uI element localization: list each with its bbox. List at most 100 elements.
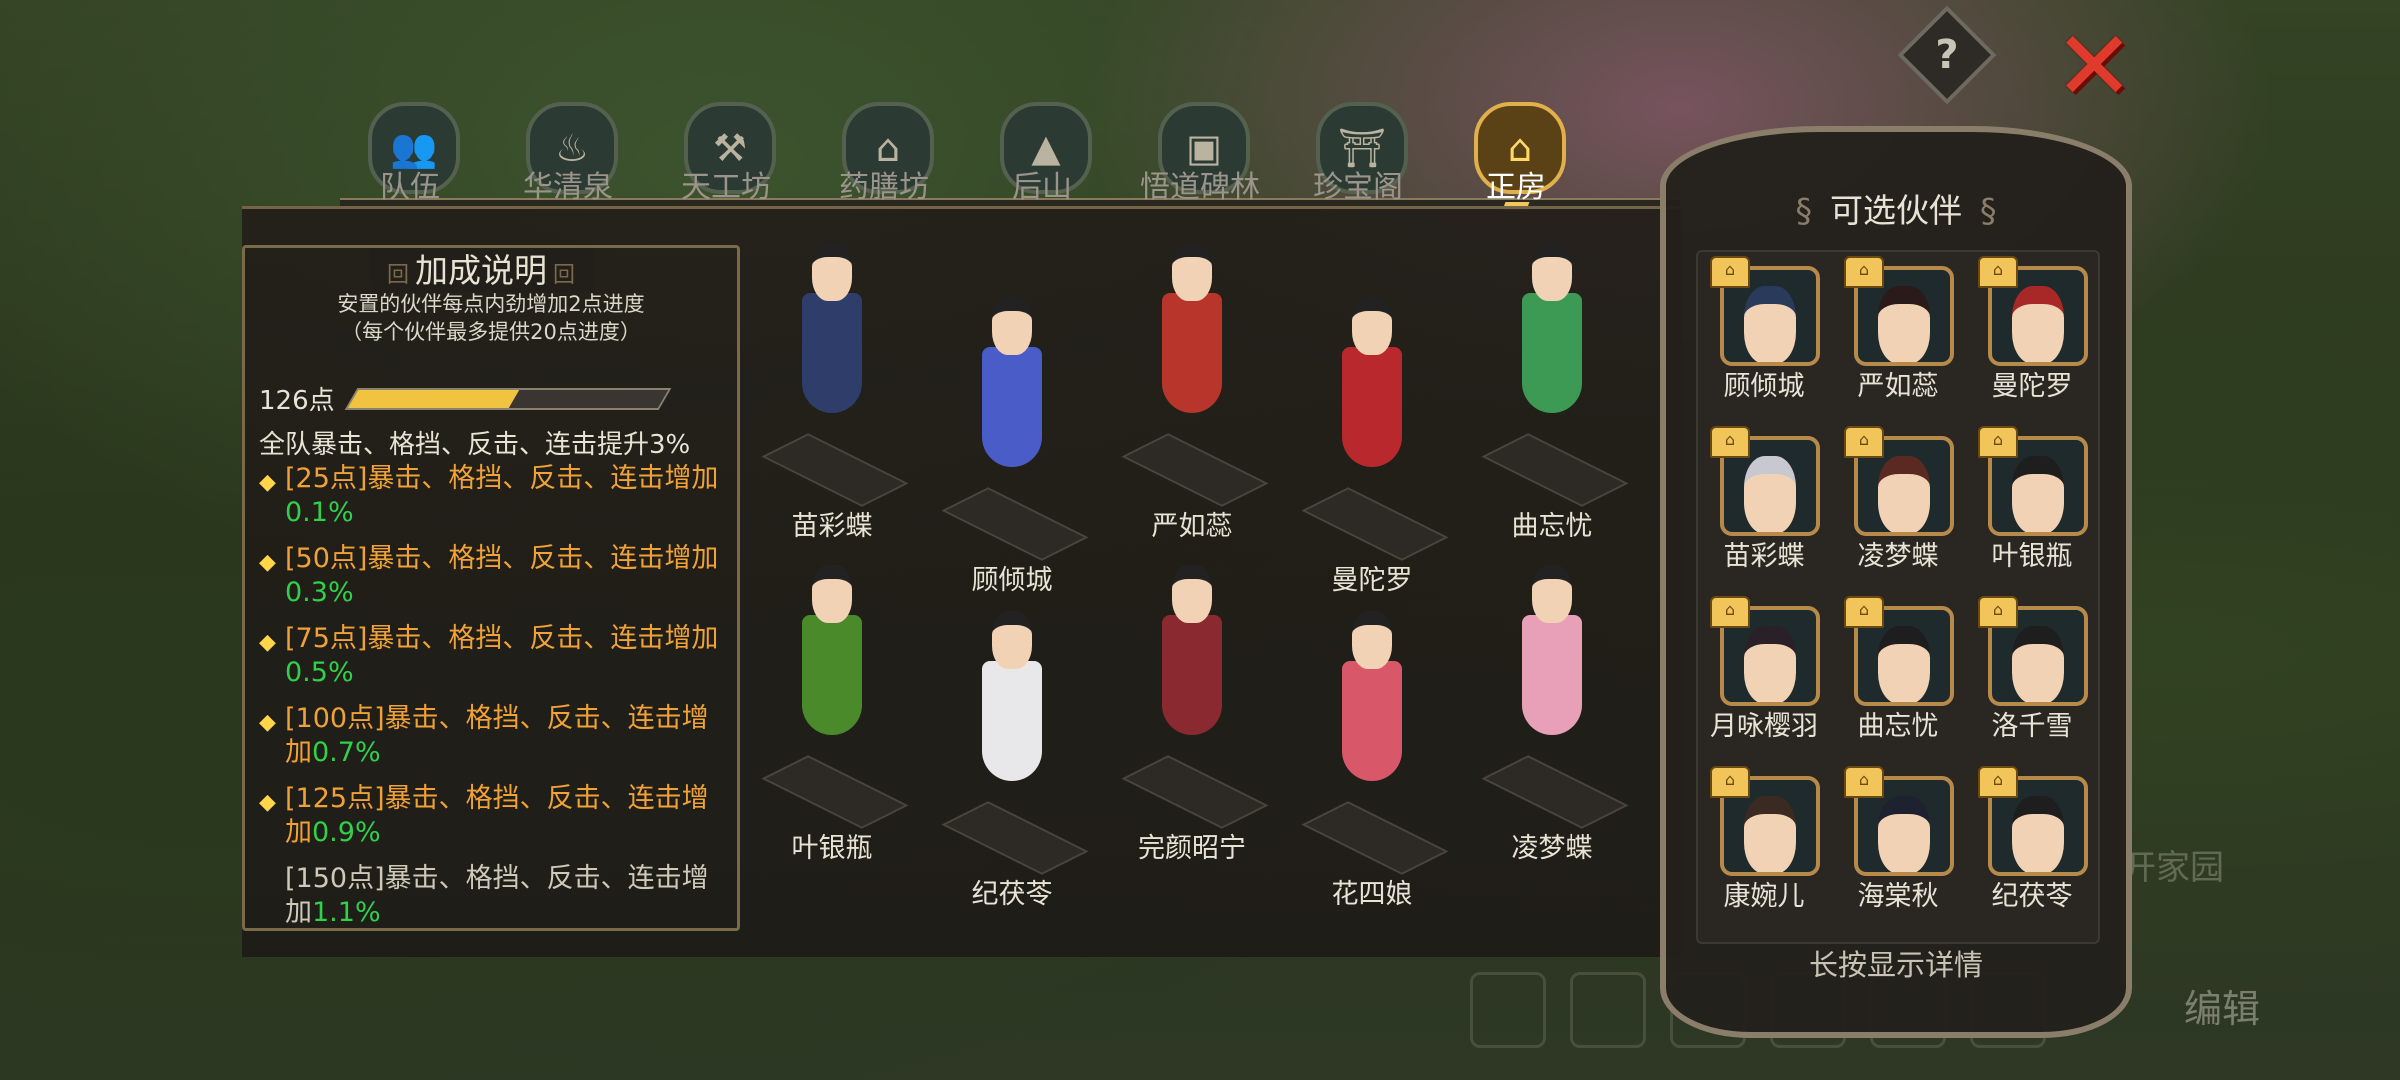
tab-mountain[interactable]: ▲ 后山 xyxy=(972,98,1112,208)
tab-label: 正房 xyxy=(1486,170,1546,205)
character-sprite xyxy=(976,297,1048,497)
house-icon: ⌂ xyxy=(1844,256,1884,288)
diamond-icon: ◆ xyxy=(259,630,276,655)
pedestal xyxy=(1481,433,1629,507)
partner-panel-title: 可选伙伴 xyxy=(1666,184,2126,232)
tab-kitchen[interactable]: ⌂ 药膳坊 xyxy=(814,98,954,208)
tab-label: 华清泉 xyxy=(523,170,613,205)
partner-card[interactable]: ⌂ 月咏樱羽 xyxy=(1704,592,1824,752)
tab-main-hall[interactable]: ⌂ 正房 xyxy=(1446,98,1586,210)
tab-team[interactable]: 👥 队伍 xyxy=(340,98,480,208)
tier-list[interactable]: ◆ [25点]暴击、格挡、反击、连击增加0.1% ◆ [50点]暴击、格挡、反击、连… xyxy=(259,462,727,928)
house-icon: ⌂ xyxy=(1710,426,1750,458)
character-slot[interactable]: 完颜昭宁 xyxy=(1102,545,1282,865)
character-slot[interactable]: 顾倾城 xyxy=(922,277,1102,597)
partner-grid[interactable]: ⌂ 顾倾城 ⌂ 严如蕊 ⌂ 曼陀罗 ⌂ 苗彩蝶 ⌂ 凌梦蝶 ⌂ 叶银瓶 ⌂ 月咏樱羽 ⌂ 曲忘忧… xyxy=(1696,250,2100,944)
partner-card[interactable]: ⌂ 苗彩蝶 xyxy=(1704,422,1824,582)
bonus-title: 加成说明 xyxy=(369,248,594,292)
team-bonus-text: 全队暴击、格挡、反击、连击提升3% xyxy=(259,430,691,460)
tab-treasure[interactable]: ⛩ 珍宝阁 xyxy=(1288,98,1428,208)
tier-item: ◆ [100点]暴击、格挡、反击、连击增加0.7% xyxy=(259,703,709,768)
character-name: 花四娘 xyxy=(1331,879,1413,910)
pedestal xyxy=(1121,755,1269,829)
tab-spring[interactable]: ♨ 华清泉 xyxy=(498,98,638,208)
partner-card[interactable]: ⌂ 曲忘忧 xyxy=(1838,592,1958,752)
partner-card[interactable]: ⌂ 洛千雪 xyxy=(1972,592,2092,752)
partner-name: 海棠秋 xyxy=(1857,881,1939,912)
pedestal xyxy=(941,487,1089,561)
partner-name: 纪茯苓 xyxy=(1991,881,2073,912)
long-press-hint: 长按显示详情 xyxy=(1808,948,1983,982)
tab-workshop[interactable]: ⚒ 天工坊 xyxy=(656,98,796,208)
tier-item: ◆ [125点]暴击、格挡、反击、连击增加0.9% xyxy=(259,783,709,848)
tier-item: ◆ [25点]暴击、格挡、反击、连击增加0.1% xyxy=(259,463,719,528)
character-name: 曲忘忧 xyxy=(1511,511,1593,542)
partner-name: 严如蕊 xyxy=(1857,371,1939,402)
partner-card[interactable]: ⌂ 纪茯苓 xyxy=(1972,762,2092,922)
character-slot[interactable]: 叶银瓶 xyxy=(742,545,922,865)
pedestal xyxy=(761,755,909,829)
character-slot[interactable]: 花四娘 xyxy=(1282,591,1462,911)
diamond-icon: ◆ xyxy=(259,790,276,815)
partner-card[interactable]: ⌂ 海棠秋 xyxy=(1838,762,1958,922)
points-label: 126点 xyxy=(259,386,335,416)
character-slot[interactable]: 纪茯苓 xyxy=(922,591,1102,911)
character-name: 完颜昭宁 xyxy=(1138,833,1246,864)
partner-name: 曲忘忧 xyxy=(1857,711,1939,742)
character-slot[interactable]: 凌梦蝶 xyxy=(1462,545,1642,865)
character-name: 叶银瓶 xyxy=(791,833,873,864)
character-sprite xyxy=(1516,243,1588,443)
partner-name: 苗彩蝶 xyxy=(1723,541,1805,572)
background-home-label: 开家园 xyxy=(2122,848,2224,888)
house-icon: ⌂ xyxy=(1978,426,2018,458)
pedestal xyxy=(1481,755,1629,829)
character-slot[interactable]: 苗彩蝶 xyxy=(742,223,922,543)
tier-item: ◆ [50点]暴击、格挡、反击、连击增加0.3% xyxy=(259,543,719,608)
partner-name: 曼陀罗 xyxy=(1991,371,2073,402)
tier-item: [150点]暴击、格挡、反击、连击增加1.1% xyxy=(285,863,709,928)
partner-name: 月咏樱羽 xyxy=(1710,711,1818,742)
partner-card[interactable]: ⌂ 顾倾城 xyxy=(1704,252,1824,412)
edit-button[interactable]: 编辑 xyxy=(2184,978,2260,1033)
close-icon[interactable]: ✕ xyxy=(2054,18,2134,114)
character-slot[interactable]: 曼陀罗 xyxy=(1282,277,1462,597)
house-icon: ⌂ xyxy=(1844,426,1884,458)
points-row: 126点 xyxy=(259,380,729,416)
tab-label: 天工坊 xyxy=(681,170,771,205)
partner-name: 凌梦蝶 xyxy=(1857,541,1939,572)
character-name: 纪茯苓 xyxy=(971,879,1053,910)
partner-card[interactable]: ⌂ 康婉儿 xyxy=(1704,762,1824,922)
partner-card[interactable]: ⌂ 叶银瓶 xyxy=(1972,422,2092,582)
character-sprite xyxy=(796,243,868,443)
bonus-desc-line: 安置的伙伴每点内劲增加2点进度 xyxy=(337,292,645,316)
character-sprite xyxy=(976,611,1048,811)
main-panel: 加成说明 安置的伙伴每点内劲增加2点进度 （每个伙伴最多提供20点进度） 126… xyxy=(242,206,1682,957)
partner-card[interactable]: ⌂ 凌梦蝶 xyxy=(1838,422,1958,582)
pedestal xyxy=(1301,801,1449,875)
tab-stele[interactable]: ▣ 悟道碑林 xyxy=(1130,98,1270,208)
house-icon: ⌂ xyxy=(1844,766,1884,798)
pedestal xyxy=(1301,487,1449,561)
house-icon: ⌂ xyxy=(1710,766,1750,798)
bonus-description: 安置的伙伴每点内劲增加2点进度 （每个伙伴最多提供20点进度） xyxy=(245,290,737,346)
character-sprite xyxy=(1336,611,1408,811)
character-slot[interactable]: 严如蕊 xyxy=(1102,223,1282,543)
house-icon: ⌂ xyxy=(1978,596,2018,628)
character-name: 苗彩蝶 xyxy=(791,511,873,542)
character-sprite xyxy=(1516,565,1588,765)
partner-card[interactable]: ⌂ 曼陀罗 xyxy=(1972,252,2092,412)
tab-label: 悟道碑林 xyxy=(1140,170,1260,205)
tab-label: 队伍 xyxy=(380,170,440,205)
house-icon: ⌂ xyxy=(1978,256,2018,288)
partner-name: 洛千雪 xyxy=(1991,711,2073,742)
character-slot[interactable]: 曲忘忧 xyxy=(1462,223,1642,543)
house-icon: ⌂ xyxy=(1710,256,1750,288)
partner-card[interactable]: ⌂ 严如蕊 xyxy=(1838,252,1958,412)
pedestal xyxy=(1121,433,1269,507)
bonus-panel: 加成说明 安置的伙伴每点内劲增加2点进度 （每个伙伴最多提供20点进度） 126… xyxy=(242,245,740,931)
pedestal xyxy=(941,801,1089,875)
diamond-icon: ◆ xyxy=(259,710,276,735)
diamond-icon: ◆ xyxy=(259,470,276,495)
house-icon: ⌂ xyxy=(1844,596,1884,628)
progress-fill xyxy=(347,390,520,408)
